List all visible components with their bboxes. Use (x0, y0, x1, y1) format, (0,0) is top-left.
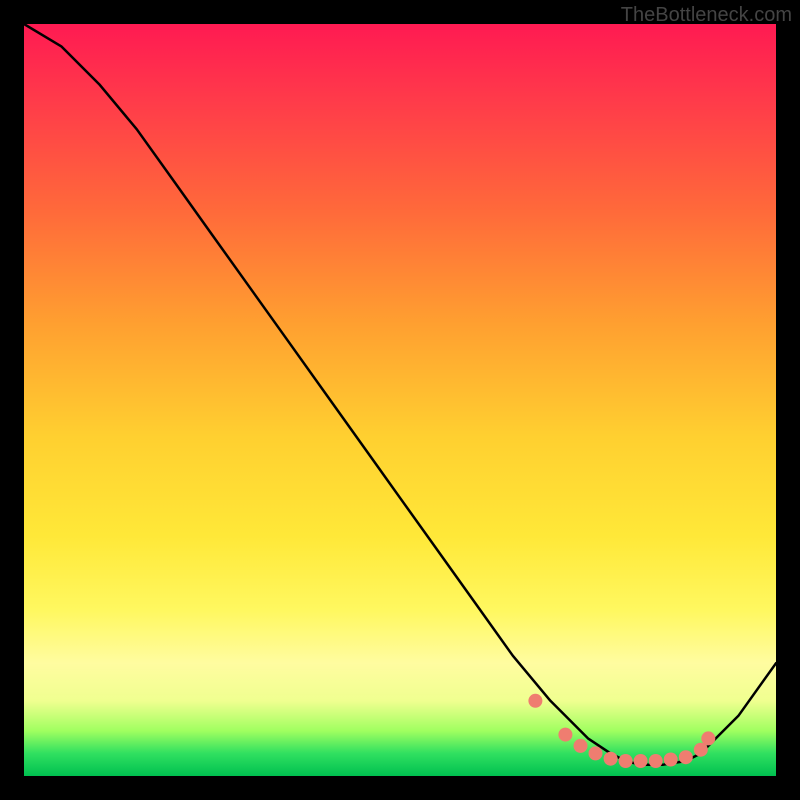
watermark-text: TheBottleneck.com (621, 4, 792, 27)
chart-svg (24, 24, 776, 776)
bottleneck-curve (24, 24, 776, 765)
heatmap-background (24, 24, 776, 776)
curve-markers (528, 694, 715, 768)
